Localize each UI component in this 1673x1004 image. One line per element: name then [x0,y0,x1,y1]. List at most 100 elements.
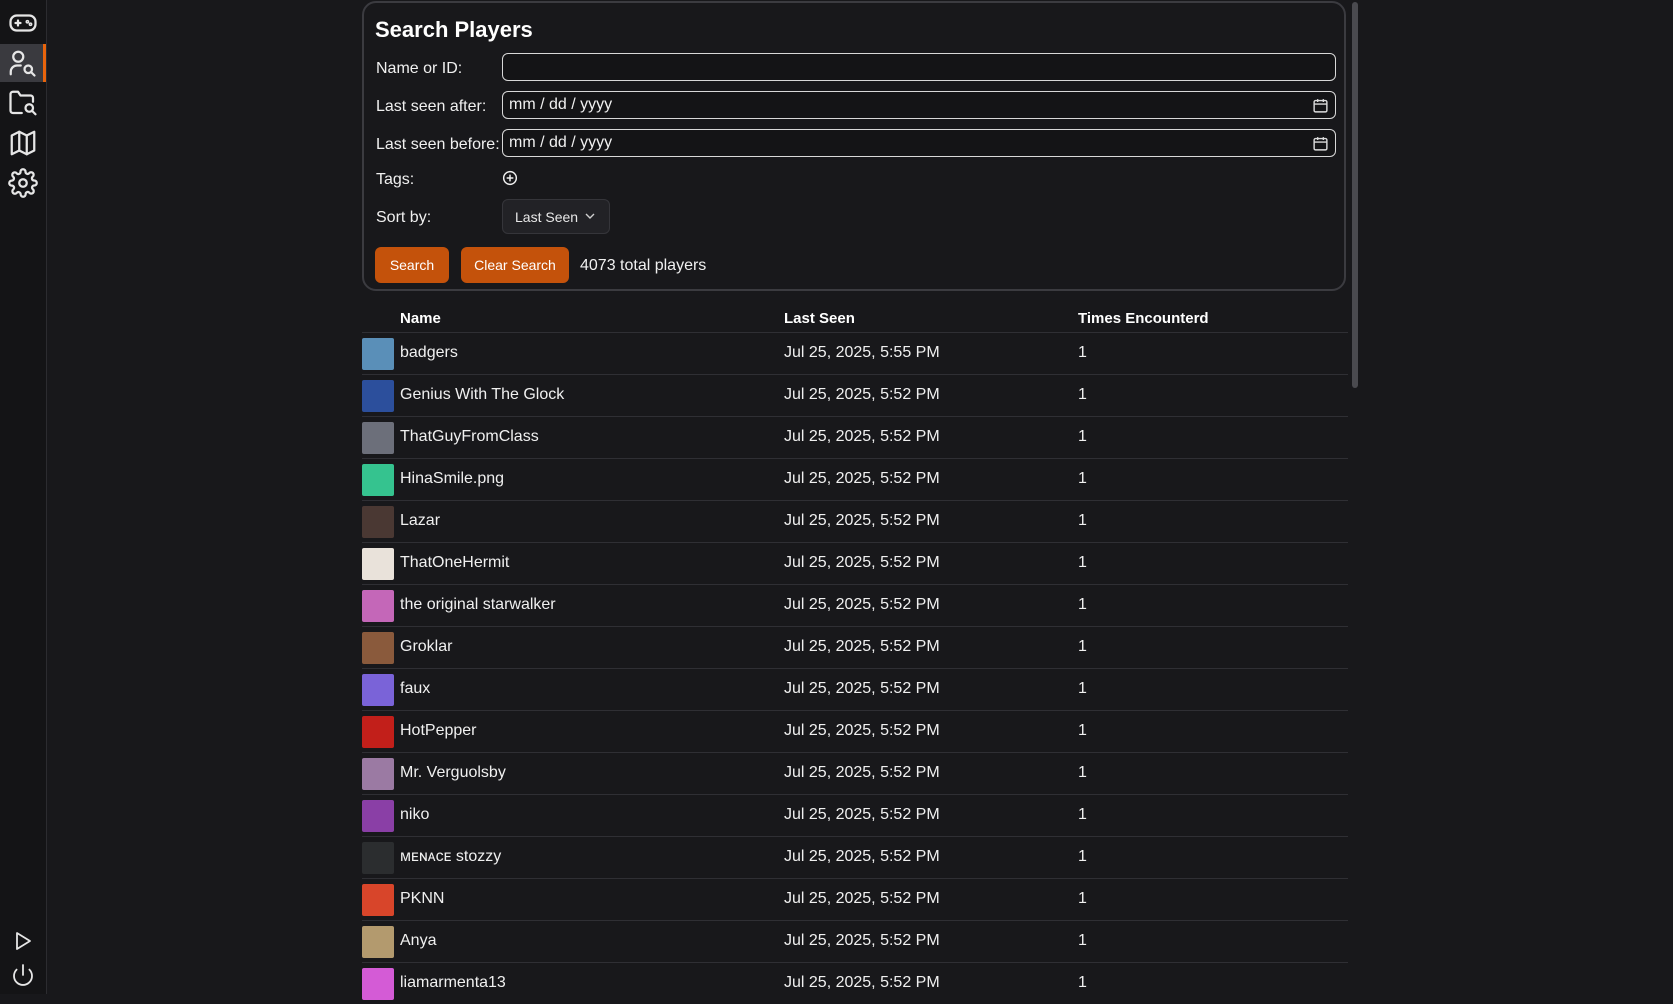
table-row[interactable]: faux Jul 25, 2025, 5:52 PM 1 [362,668,1348,710]
last-seen-after-input[interactable]: mm / dd / yyyy [502,91,1336,119]
search-button[interactable]: Search [375,247,449,283]
player-name: the original starwalker [400,596,556,613]
nav-games[interactable] [0,4,46,42]
player-times-encountered: 1 [1078,890,1087,907]
player-name: HotPepper [400,722,477,739]
player-times-encountered: 1 [1078,596,1087,613]
player-avatar [362,926,394,958]
nav-power[interactable] [0,956,46,994]
table-row[interactable]: niko Jul 25, 2025, 5:52 PM 1 [362,794,1348,836]
table-row[interactable]: Anya Jul 25, 2025, 5:52 PM 1 [362,920,1348,962]
table-row[interactable]: HotPepper Jul 25, 2025, 5:52 PM 1 [362,710,1348,752]
player-avatar [362,884,394,916]
player-avatar [362,590,394,622]
player-times-encountered: 1 [1078,638,1087,655]
player-name: Mr. Verguolsby [400,764,506,781]
header-name[interactable]: Name [400,310,441,327]
chevron-down-icon [585,213,595,219]
table-row[interactable]: liamarmenta13 Jul 25, 2025, 5:52 PM 1 [362,962,1348,1004]
player-times-encountered: 1 [1078,470,1087,487]
player-last-seen: Jul 25, 2025, 5:52 PM [784,680,940,697]
power-icon [13,964,33,986]
player-name: Genius With The Glock [400,386,565,403]
table-row[interactable]: ThatGuyFromClass Jul 25, 2025, 5:52 PM 1 [362,416,1348,458]
table-row[interactable]: Genius With The Glock Jul 25, 2025, 5:52 … [362,374,1348,416]
last-seen-before-input[interactable]: mm / dd / yyyy [502,129,1336,157]
calendar-icon[interactable] [1312,135,1329,152]
table-row[interactable]: Groklar Jul 25, 2025, 5:52 PM 1 [362,626,1348,668]
gamepad-icon [9,14,37,32]
scrollbar[interactable] [1352,2,1358,388]
last-seen-after-placeholder: mm / dd / yyyy [509,96,613,113]
map-icon [10,130,36,156]
player-avatar [362,422,394,454]
search-panel: Search Players Name or ID: Last seen aft… [362,1,1346,291]
player-avatar [362,968,394,1000]
player-last-seen: Jul 25, 2025, 5:52 PM [784,554,940,571]
nav-map[interactable] [0,124,46,162]
player-avatar [362,548,394,580]
clear-search-button[interactable]: Clear Search [461,247,569,283]
player-name: liamarmenta13 [400,974,506,991]
nav-folder-search[interactable] [0,84,46,122]
table-row[interactable]: Mr. Verguolsby Jul 25, 2025, 5:52 PM 1 [362,752,1348,794]
player-avatar [362,506,394,538]
player-avatar [362,632,394,664]
tags-label: Tags: [376,171,415,188]
player-avatar [362,338,394,370]
player-last-seen: Jul 25, 2025, 5:55 PM [784,344,940,361]
sort-by-label: Sort by: [376,209,432,226]
total-players-count: 4073 total players [580,257,707,274]
player-avatar [362,842,394,874]
player-avatar [362,674,394,706]
player-times-encountered: 1 [1078,386,1087,403]
player-last-seen: Jul 25, 2025, 5:52 PM [784,386,940,403]
player-name: faux [400,680,431,697]
player-name: badgers [400,344,458,361]
player-name: Anya [400,932,437,949]
player-avatar [362,758,394,790]
table-row[interactable]: ᴍᴇɴᴀᴄᴇ stozzy Jul 25, 2025, 5:52 PM 1 [362,836,1348,878]
name-or-id-input[interactable] [502,53,1336,81]
player-last-seen: Jul 25, 2025, 5:52 PM [784,596,940,613]
table-row[interactable]: PKNN Jul 25, 2025, 5:52 PM 1 [362,878,1348,920]
player-avatar [362,800,394,832]
sort-by-value: Last Seen [515,208,579,225]
table-row[interactable]: ThatOneHermit Jul 25, 2025, 5:52 PM 1 [362,542,1348,584]
last-seen-before-placeholder: mm / dd / yyyy [509,134,613,151]
header-times-encountered[interactable]: Times Encounterd [1078,310,1209,327]
player-name: Groklar [400,638,453,655]
player-last-seen: Jul 25, 2025, 5:52 PM [784,638,940,655]
player-times-encountered: 1 [1078,764,1087,781]
players-table: badgers Jul 25, 2025, 5:55 PM 1 Genius With… [362,332,1348,1004]
table-row[interactable]: badgers Jul 25, 2025, 5:55 PM 1 [362,332,1348,374]
calendar-icon[interactable] [1312,97,1329,114]
table-row[interactable]: the original starwalker Jul 25, 2025, 5:5… [362,584,1348,626]
folder-search-icon [9,90,37,116]
add-tag-icon[interactable] [502,170,518,186]
player-last-seen: Jul 25, 2025, 5:52 PM [784,932,940,949]
player-times-encountered: 1 [1078,806,1087,823]
player-name: ThatOneHermit [400,554,510,571]
sort-by-select[interactable]: Last Seen [502,199,610,234]
play-icon [16,932,31,950]
player-last-seen: Jul 25, 2025, 5:52 PM [784,512,940,529]
player-times-encountered: 1 [1078,512,1087,529]
player-last-seen: Jul 25, 2025, 5:52 PM [784,848,940,865]
nav-play[interactable] [0,922,46,960]
player-last-seen: Jul 25, 2025, 5:52 PM [784,890,940,907]
player-avatar [362,716,394,748]
user-search-icon [9,50,36,77]
header-last-seen[interactable]: Last Seen [784,310,855,327]
nav-players[interactable] [0,44,46,82]
player-times-encountered: 1 [1078,344,1087,361]
nav-settings[interactable] [0,164,46,202]
player-times-encountered: 1 [1078,680,1087,697]
player-last-seen: Jul 25, 2025, 5:52 PM [784,722,940,739]
player-last-seen: Jul 25, 2025, 5:52 PM [784,764,940,781]
table-row[interactable]: HinaSmile.png Jul 25, 2025, 5:52 PM 1 [362,458,1348,500]
last-seen-before-label: Last seen before: [376,136,500,153]
page-title: Search Players [375,17,533,42]
player-last-seen: Jul 25, 2025, 5:52 PM [784,806,940,823]
table-row[interactable]: Lazar Jul 25, 2025, 5:52 PM 1 [362,500,1348,542]
